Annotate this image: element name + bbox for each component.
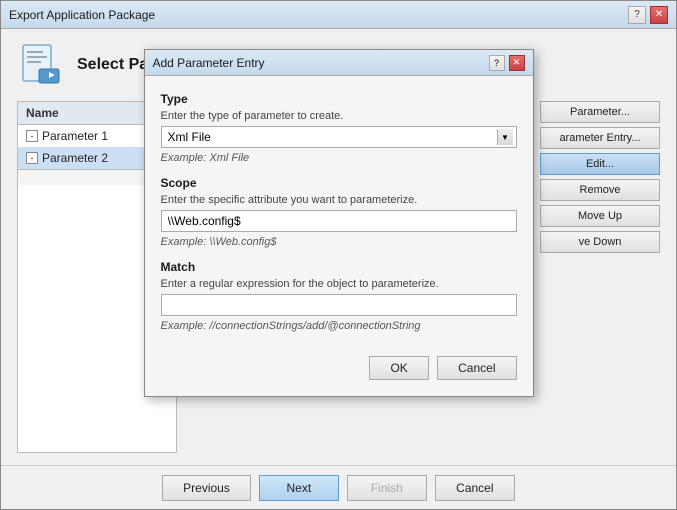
outer-window: Export Application Package ? ✕ Select Pa… [0,0,677,510]
type-example: Example: Xml File [161,152,517,164]
modal-cancel-button[interactable]: Cancel [437,356,516,380]
modal-body: Type Enter the type of parameter to crea… [145,76,533,348]
scope-example: Example: \\Web.config$ [161,236,517,248]
scope-input[interactable] [161,210,517,232]
match-label: Match [161,260,517,274]
scope-field-group: Scope Enter the specific attribute you w… [161,176,517,248]
next-button[interactable]: Next [259,475,339,501]
finish-button[interactable]: Finish [347,475,427,501]
outer-titlebar: Export Application Package ? ✕ [1,1,676,29]
modal-titlebar: Add Parameter Entry ? ✕ [145,50,533,76]
modal-help-button[interactable]: ? [489,55,505,71]
outer-window-title: Export Application Package [9,8,155,22]
type-label: Type [161,92,517,106]
match-example: Example: //connectionStrings/add/@connec… [161,320,517,332]
modal-footer: OK Cancel [145,348,533,396]
match-input[interactable] [161,294,517,316]
modal-controls: ? ✕ [489,55,525,71]
modal-title: Add Parameter Entry [153,56,265,70]
type-select-wrapper: Xml File Text File Registry ▼ [161,126,517,148]
modal-ok-button[interactable]: OK [369,356,429,380]
add-parameter-entry-dialog: Add Parameter Entry ? ✕ Type Enter the t… [144,49,534,397]
type-desc: Enter the type of parameter to create. [161,110,517,122]
modal-overlay: Add Parameter Entry ? ✕ Type Enter the t… [1,29,676,465]
bottom-bar: Previous Next Finish Cancel [1,465,676,509]
scope-label: Scope [161,176,517,190]
scope-desc: Enter the specific attribute you want to… [161,194,517,206]
type-field-group: Type Enter the type of parameter to crea… [161,92,517,164]
previous-button[interactable]: Previous [162,475,251,501]
outer-help-button[interactable]: ? [628,6,646,24]
main-content: Select Parameters Name - Parameter 1 - P… [1,29,676,465]
match-desc: Enter a regular expression for the objec… [161,278,517,290]
cancel-button[interactable]: Cancel [435,475,515,501]
outer-close-button[interactable]: ✕ [650,6,668,24]
outer-titlebar-controls: ? ✕ [628,6,668,24]
match-field-group: Match Enter a regular expression for the… [161,260,517,332]
modal-close-button[interactable]: ✕ [509,55,525,71]
type-select[interactable]: Xml File Text File Registry [161,126,517,148]
